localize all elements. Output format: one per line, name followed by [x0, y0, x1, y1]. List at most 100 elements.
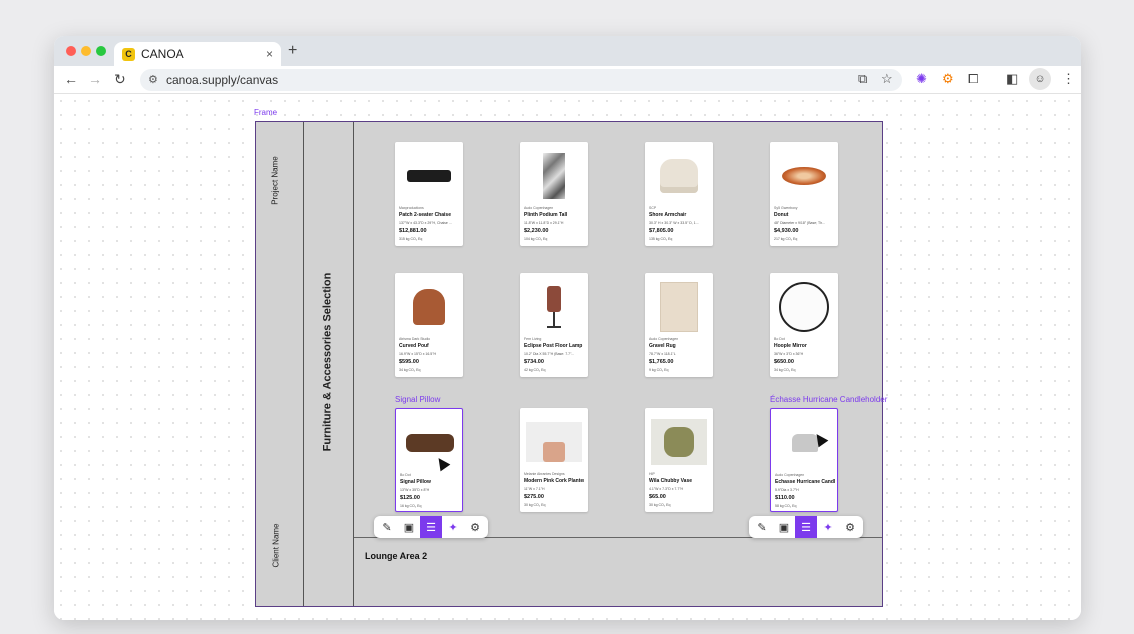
gear-icon[interactable]: ⚙ — [839, 516, 861, 538]
product-name: Hoople Mirror — [774, 343, 807, 349]
design-canvas[interactable]: Frame Project Name Client Name Furniture… — [54, 94, 1081, 620]
product-name: Curved Pouf — [399, 343, 429, 349]
product-name: Modern Pink Cork Planter — [524, 478, 584, 484]
product-card[interactable]: Maxproductions Patch 2-seater Chaise 137"W… — [395, 142, 463, 246]
product-name: Patch 2-seater Chaise — [399, 212, 451, 218]
product-dimensions: 78.7"W x 118.1"L — [649, 352, 676, 356]
product-card[interactable]: Audo Copenhagen Plinth Podium Tall 11.8"W … — [520, 142, 588, 246]
product-brand: Maxproductions — [399, 206, 424, 210]
product-co2: 135 kg CO₂ Eq — [649, 237, 673, 241]
product-card[interactable]: SCP Shore Armchair 30.3" H x 30.3" W x 33.… — [645, 142, 713, 246]
canvas-frame[interactable]: Project Name Client Name Furniture & Acc… — [255, 121, 887, 607]
product-card[interactable]: HIP Wila Chubby Vase 4.1"W x 7.3"D x 7.7"H… — [645, 408, 713, 512]
product-co2: 34 kg CO₂ Eq — [399, 368, 421, 372]
address-bar[interactable]: ⚙ canoa.supply/canvas — [140, 69, 902, 91]
lounge-area-label[interactable]: Lounge Area 2 — [365, 551, 427, 561]
product-image — [401, 281, 457, 333]
product-image — [526, 416, 582, 468]
product-image — [651, 281, 707, 333]
product-brand: Audo Copenhagen — [524, 206, 554, 210]
product-co2: 58 kg CO₂ Eq — [775, 504, 797, 508]
extensions-puzzle-icon[interactable]: ⧠ — [968, 71, 978, 87]
product-card[interactable]: Sy5 Gwenboxy Donut 48" Diameter x 9/18" (B… — [770, 142, 838, 246]
browser-window: C CANOA × + ← → ↻ ⚙ canoa.supply/canvas … — [54, 36, 1081, 620]
product-co2: 30 kg CO₂ Eq — [524, 503, 546, 507]
product-image — [402, 417, 458, 469]
product-dimensions: 10.2" Dia X 55.7"H (Base: 7.7"... — [524, 352, 575, 356]
card-toolbar: ✎ ▣ ☰ ✦ ⚙ — [749, 516, 863, 538]
gear-icon[interactable]: ⚙ — [464, 516, 486, 538]
product-name: Échasse Hurricane Candl... — [775, 479, 835, 485]
product-card[interactable]: Bo Dot Hoople Mirror 36"W x 3"D x 36"H $650… — [770, 273, 838, 377]
product-brand: Sy5 Gwenboxy — [774, 206, 798, 210]
list-icon[interactable]: ☰ — [795, 516, 817, 538]
product-co2: 42 kg CO₂ Eq — [524, 368, 546, 372]
product-card[interactable]: Bo Dot Signal Pillow 13"W x 35"D x 8"H $125… — [395, 408, 463, 512]
product-card[interactable]: Audo Copenhagen Échasse Hurricane Candl..… — [770, 408, 838, 512]
product-price: $2,230.00 — [524, 228, 549, 234]
product-price: $595.00 — [399, 359, 419, 365]
edit-icon[interactable]: ✎ — [751, 516, 773, 538]
product-dimensions: 5.9"Dia x 3.7"H — [775, 488, 799, 492]
product-price: $4,930.00 — [774, 228, 799, 234]
extension-sparkle-icon[interactable]: ✺ — [916, 71, 927, 87]
product-price: $125.00 — [400, 495, 420, 501]
reload-icon[interactable]: ↻ — [114, 71, 126, 88]
tab-strip: C CANOA × + — [54, 36, 1081, 66]
product-image — [651, 150, 707, 202]
product-price: $110.00 — [775, 495, 795, 501]
product-price: $734.00 — [524, 359, 544, 365]
client-name-label[interactable]: Client Name — [272, 523, 281, 567]
extension-hubspot-icon[interactable]: ⚙ — [942, 71, 954, 87]
sparkle-icon[interactable]: ✦ — [817, 516, 839, 538]
sparkle-icon[interactable]: ✦ — [442, 516, 464, 538]
section-title[interactable]: Furniture & Accessories Selection — [321, 273, 333, 452]
product-price: $65.00 — [649, 494, 666, 500]
bookmark-star-icon[interactable]: ☆ — [881, 71, 893, 87]
product-image — [526, 281, 582, 333]
close-window-button[interactable] — [66, 46, 76, 56]
canoa-favicon-icon: C — [122, 47, 135, 61]
product-brand: Bo Dot — [400, 473, 411, 477]
product-card[interactable]: Atrisma Dark Studio Curved Pouf 16.9"W x 1… — [395, 273, 463, 377]
card-toolbar: ✎ ▣ ☰ ✦ ⚙ — [374, 516, 488, 538]
image-icon[interactable]: ▣ — [398, 516, 420, 538]
frame-label[interactable]: Frame — [254, 108, 277, 117]
product-co2: 16 kg CO₂ Eq — [400, 504, 422, 508]
install-app-icon[interactable]: ⧉ — [858, 71, 867, 87]
product-brand: SCP — [649, 206, 657, 210]
product-dimensions: 137"W x 43.3"D x 29"H, Chaise ... — [399, 221, 452, 225]
image-icon[interactable]: ▣ — [773, 516, 795, 538]
selected-card-title[interactable]: Signal Pillow — [395, 395, 440, 404]
product-dimensions: 48" Diameter x 9/18" (Base; Th... — [774, 221, 826, 225]
product-card[interactable]: Melanie Abrantes Designs Modern Pink Cork… — [520, 408, 588, 512]
product-brand: Bo Dot — [774, 337, 785, 341]
selected-card-title[interactable]: Échasse Hurricane Candleholder — [770, 395, 887, 404]
product-name: Eclipse Post Floor Lamp — [524, 343, 583, 349]
minimize-window-button[interactable] — [81, 46, 91, 56]
product-price: $650.00 — [774, 359, 794, 365]
product-image — [401, 150, 457, 202]
back-icon[interactable]: ← — [64, 71, 78, 87]
new-tab-button[interactable]: + — [288, 42, 297, 60]
product-price: $275.00 — [524, 494, 544, 500]
tab-close-icon[interactable]: × — [266, 47, 273, 61]
product-dimensions: 11.8"W x 11.8"D x 29.1"H — [524, 221, 564, 225]
forward-icon[interactable]: → — [88, 71, 102, 87]
tab-canoa[interactable]: C CANOA × — [114, 42, 281, 66]
list-icon[interactable]: ☰ — [420, 516, 442, 538]
profile-avatar-icon[interactable]: ☺ — [1029, 68, 1051, 90]
maximize-window-button[interactable] — [96, 46, 106, 56]
product-image — [776, 150, 832, 202]
product-card[interactable]: Fern Living Eclipse Post Floor Lamp 10.2" … — [520, 273, 588, 377]
product-card[interactable]: Audo Copenhagen Gravel Rug 78.7"W x 118.1"… — [645, 273, 713, 377]
product-grid: Lounge Area 2 Maxproductions Patch 2-seat… — [354, 122, 887, 606]
site-settings-icon[interactable]: ⚙ — [148, 73, 158, 86]
product-co2: 30 kg CO₂ Eq — [649, 503, 671, 507]
address-url: canoa.supply/canvas — [166, 73, 279, 87]
product-brand: Melanie Abrantes Designs — [524, 472, 565, 476]
edit-icon[interactable]: ✎ — [376, 516, 398, 538]
browser-menu-icon[interactable]: ⋮ — [1062, 71, 1075, 87]
project-name-label[interactable]: Project Name — [271, 156, 280, 204]
side-panel-icon[interactable]: ◧ — [1006, 71, 1018, 87]
